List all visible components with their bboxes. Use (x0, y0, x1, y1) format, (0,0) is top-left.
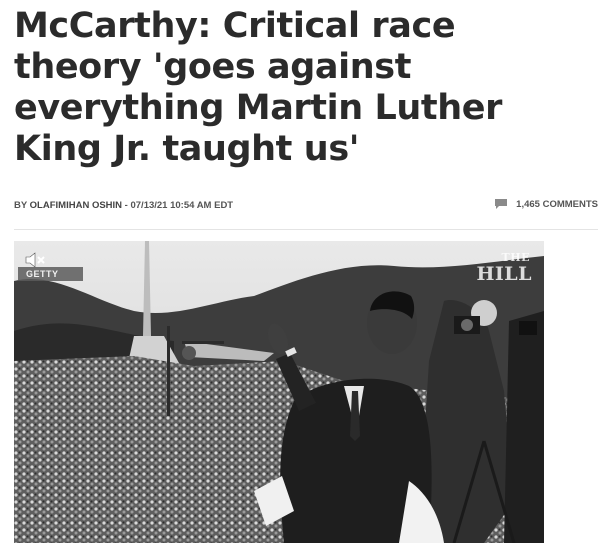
watermark-hill: HILL (476, 263, 532, 285)
author-link[interactable]: OLAFIMIHAN OSHIN (30, 200, 122, 211)
comments-link[interactable]: 1,465 COMMENTS (494, 198, 598, 210)
article-photo[interactable]: GETTY THE HILL (14, 241, 544, 543)
publish-timestamp: 07/13/21 10:54 AM EDT (130, 200, 234, 211)
article-headline: McCarthy: Critical race theory 'goes aga… (14, 6, 502, 169)
the-hill-watermark: THE HILL (476, 249, 532, 285)
photo-credit: GETTY (18, 267, 83, 281)
speech-bubble-icon (495, 199, 508, 209)
article-meta: BY OLAFIMIHAN OSHIN - 07/13/21 10:54 AM … (14, 198, 598, 214)
byline: BY OLAFIMIHAN OSHIN - 07/13/21 10:54 AM … (14, 200, 233, 211)
photo-image (14, 241, 544, 543)
byline-prefix: BY (14, 200, 30, 211)
meta-divider (14, 229, 598, 230)
comments-count: 1,465 COMMENTS (516, 198, 598, 210)
